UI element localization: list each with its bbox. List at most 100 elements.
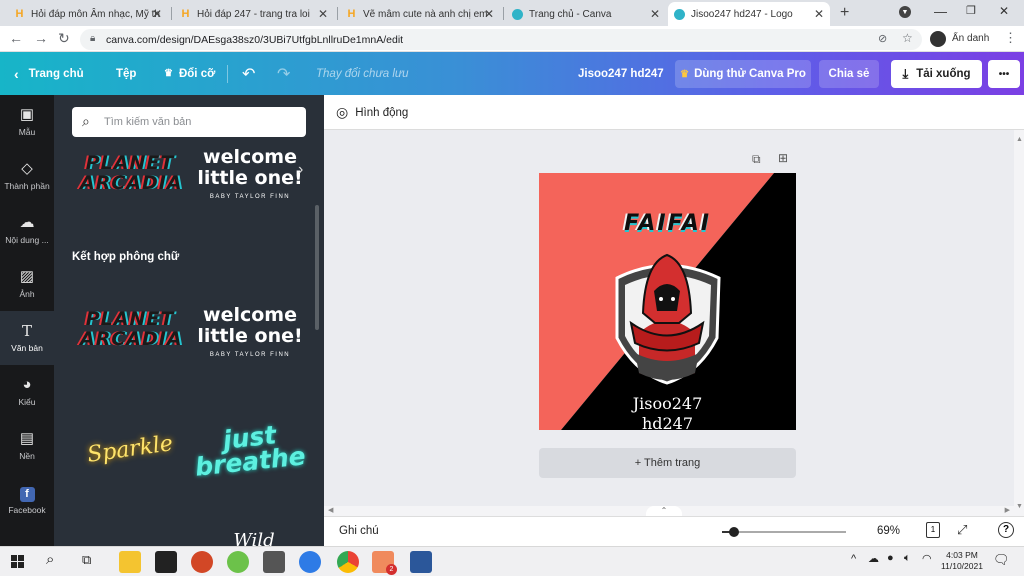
browser-tab[interactable]: H Vẽ mâm cute nà anh chị em ✕ [340,2,500,26]
browser-tab-active[interactable]: Jisoo247 hd247 - Logo ✕ [668,2,830,26]
incognito-icon[interactable] [930,31,946,47]
page-count-button[interactable]: 1 [926,522,940,538]
search-input[interactable]: ⌕ Tìm kiếm văn bản [72,107,306,137]
add-page-icon[interactable]: ⊞ [778,151,788,165]
close-tab-icon[interactable]: ✕ [484,7,494,21]
rail-label: Nền [19,451,35,461]
font-combo-sparkle[interactable]: Sparkle [72,421,188,477]
word-icon[interactable] [410,551,432,573]
rail-item-background[interactable]: ▤ Nền [0,419,54,473]
font-combo-welcome[interactable]: welcome little one! BABY TAYLOR FINN [192,298,308,364]
close-tab-icon[interactable]: ✕ [814,7,824,21]
rail-item-facebook[interactable]: f Facebook [0,473,54,527]
notes-button[interactable]: Ghi chú [339,525,379,537]
microphone-icon[interactable]: ● [887,552,894,564]
store-icon[interactable] [155,551,177,573]
back-icon[interactable]: ← [9,30,23,46]
rail-item-styles[interactable]: ◕ Kiểu [0,365,54,419]
share-button[interactable]: Chia sẻ [819,60,879,88]
undo-icon[interactable]: ↶ [242,52,255,95]
animate-button[interactable]: ◎ Hình động [336,104,408,121]
font-combo-partial[interactable]: Wild [204,530,304,547]
chevron-left-icon: ‹ [14,65,19,82]
clock-date: 11/10/2021 [941,561,983,571]
duplicate-page-icon[interactable]: ⧉ [752,152,761,167]
animate-toolbar: ◎ Hình động [324,95,1024,130]
powerpoint-icon[interactable] [191,551,213,573]
zoom-slider[interactable] [722,527,846,537]
design-title[interactable]: Jisoo247 hd247 [578,52,664,95]
task-view-icon[interactable]: ⧉ [82,552,91,568]
browser-tab[interactable]: H Hỏi đáp môn Âm nhạc, Mỹ th ✕ [8,2,168,26]
font-combo-breathe[interactable]: just breathe [192,415,308,485]
windows-start-icon[interactable] [11,555,24,568]
background-icon: ▤ [19,430,35,447]
rail-label: Facebook [8,505,46,515]
browser-menu-icon[interactable]: ⋮ [1004,30,1017,46]
clock[interactable]: 4:03 PM 11/10/2021 [938,550,986,572]
rail-item-photos[interactable]: ▨ Ảnh [0,257,54,311]
home-button[interactable]: ‹ Trang chủ [14,52,84,95]
breathe-sample: breathe [193,441,307,482]
rail-item-text[interactable]: T Văn bản [0,311,54,365]
url-bar[interactable]: 🔒︎ canva.com/design/DAEsga38sz0/3UBi7Utf… [80,29,922,50]
more-options-button[interactable]: ••• [988,60,1020,88]
notifications-icon[interactable]: 🗨︎ [993,552,1010,568]
try-pro-button[interactable]: ♛ Dùng thử Canva Pro [675,60,811,88]
help-icon[interactable]: ? [998,522,1014,538]
redo-icon[interactable]: ↷ [277,52,290,95]
rail-item-templates[interactable]: ▣ Mẫu [0,95,54,149]
elements-icon: ◇ [21,160,33,177]
font-combo-planet[interactable]: PLANET ARCADIA [72,301,188,357]
volume-icon[interactable]: 🔈︎ [904,552,911,565]
file-explorer-icon[interactable] [119,551,141,573]
zoom-level[interactable]: 69% [877,525,900,537]
download-button[interactable]: ⤓ Tải xuống [891,60,982,88]
rail-item-uploads[interactable]: ☁ Nội dung ... [0,203,54,257]
close-window-icon[interactable]: ✕ [999,4,1009,18]
app-icon[interactable] [227,551,249,573]
rail-item-elements[interactable]: ◇ Thành phần [0,149,54,203]
eye-off-icon[interactable]: ⊘ [878,32,887,45]
close-tab-icon[interactable]: ✕ [152,7,162,21]
section-title: Kết hợp phông chữ [72,251,180,263]
fullscreen-icon[interactable]: ⤢ [957,522,967,538]
reload-icon[interactable]: ↻ [58,30,70,47]
font-combo-welcome[interactable]: welcome little one! BABY TAYLOR FINN [192,140,308,206]
design-page[interactable]: FAIFAI Jisoo247 hd247 [539,173,796,430]
app-icon[interactable]: 2 [372,551,397,575]
template-icon: ▣ [19,106,35,123]
chevron-up-icon[interactable]: ^ [851,553,856,565]
chrome-icon[interactable] [337,551,359,573]
chevron-right-icon[interactable]: › [298,161,303,179]
search-icon[interactable]: ⌕ [46,551,54,568]
new-tab-icon[interactable]: + [840,4,849,22]
panel-scrollbar[interactable] [315,205,319,330]
file-menu-button[interactable]: Tệp [116,52,136,95]
cloud-icon[interactable]: ☁ [868,552,879,565]
zoom-slider-knob[interactable] [729,527,740,537]
design-headline[interactable]: FAIFAI [539,211,796,236]
wifi-icon[interactable]: ◠ [922,552,932,565]
show-pages-handle[interactable]: ⌃ [646,506,682,516]
resize-button[interactable]: ♛ Đổi cỡ [164,52,215,95]
close-tab-icon[interactable]: ✕ [650,7,660,21]
tab-title: Jisoo247 hd247 - Logo [691,8,793,20]
browser-tab[interactable]: H Hỏi đáp 247 - trang tra loi ✕ [174,2,334,26]
canvas-scrollbar[interactable]: ▲ ▼ [1014,130,1024,516]
design-name-text[interactable]: Jisoo247 hd247 [539,394,796,430]
add-page-button[interactable]: + Thêm trang [539,448,796,478]
browser-tab[interactable]: Trang chủ - Canva ✕ [506,2,666,26]
calculator-icon[interactable] [263,551,285,573]
tab-search-icon[interactable]: ▼ [899,6,911,18]
minimize-icon[interactable]: — [934,4,947,19]
home-label: Trang chủ [28,67,84,80]
app-icon[interactable] [299,551,321,573]
rail-label: Mẫu [18,127,36,137]
bookmark-star-icon[interactable]: ☆ [902,31,913,45]
close-tab-icon[interactable]: ✕ [318,7,328,21]
font-combo-planet[interactable]: PLANET ARCADIA [72,145,188,201]
forward-icon[interactable]: → [34,30,48,46]
animate-label: Hình động [355,106,409,119]
restore-icon[interactable]: ❐ [966,4,976,17]
